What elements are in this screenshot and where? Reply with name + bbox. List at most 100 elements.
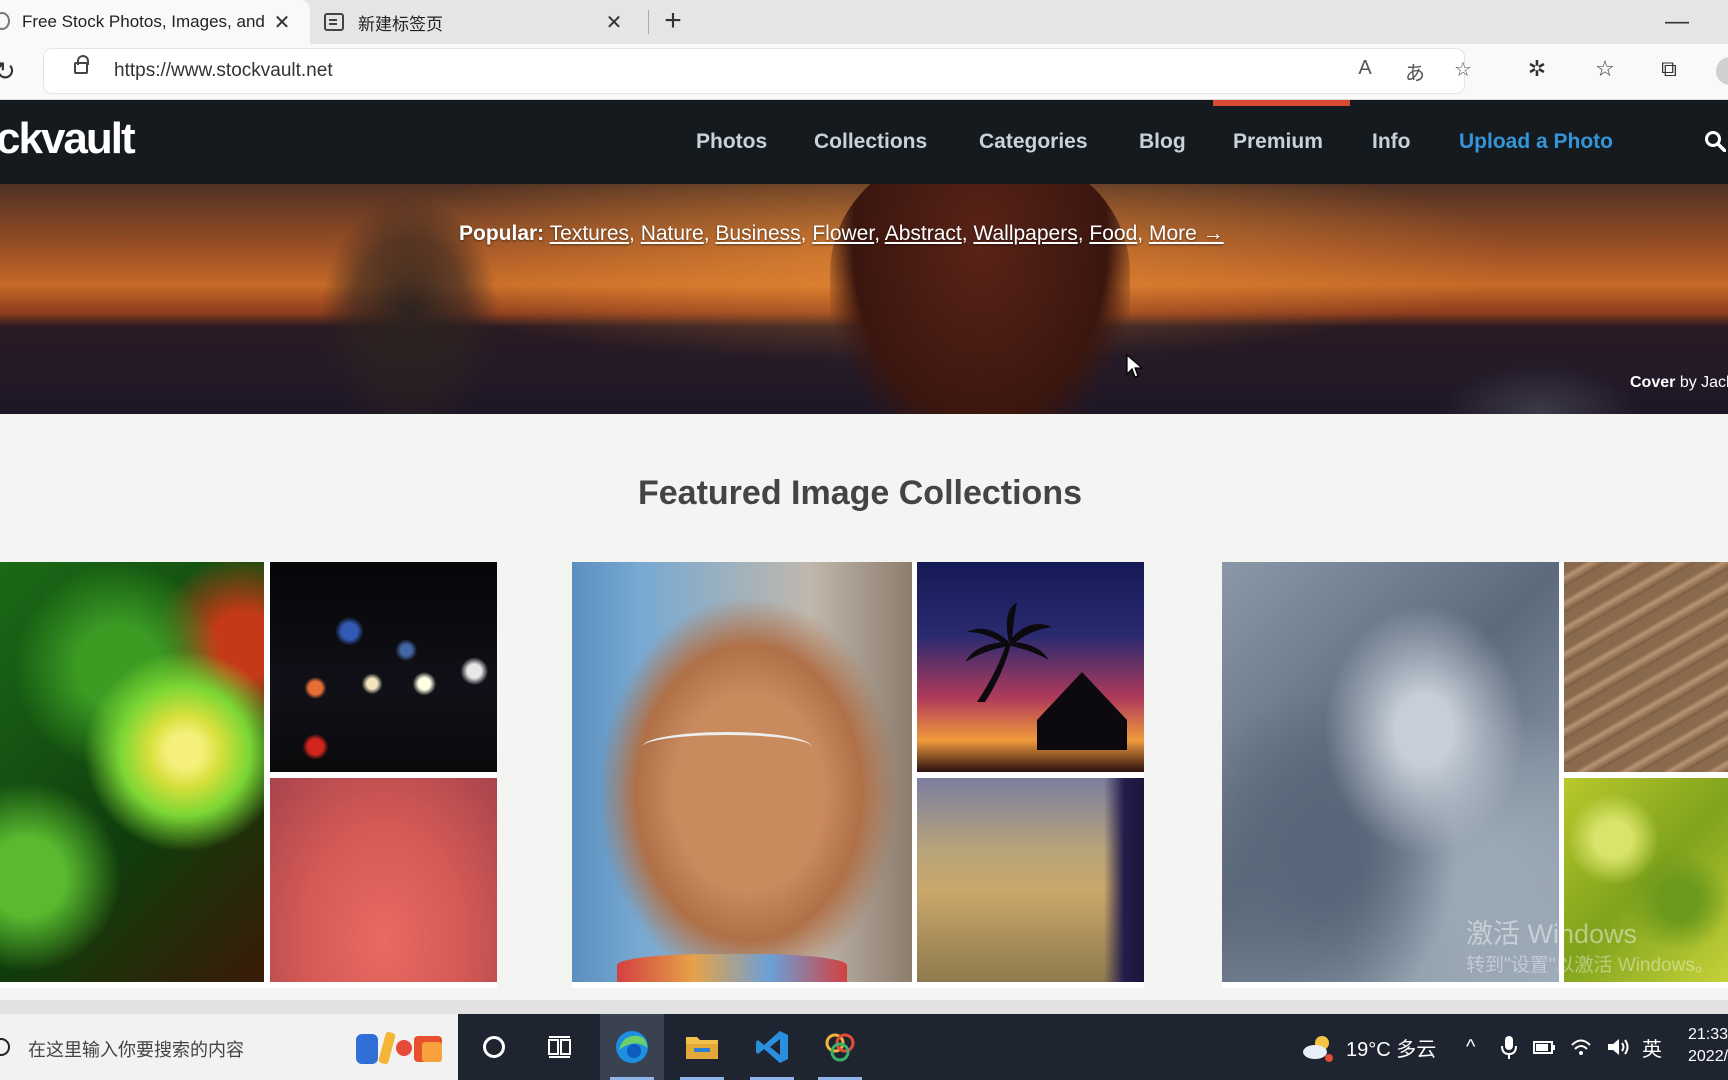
taskbar-file-explorer[interactable] (670, 1014, 734, 1080)
search-highlight-art-icon (356, 1031, 442, 1065)
weather-widget[interactable]: 19°C 多云 (1300, 1014, 1436, 1080)
mouse-cursor-icon (1126, 354, 1144, 378)
popular-link-business[interactable]: Business (715, 222, 800, 245)
collection-card-bokeh[interactable] (0, 562, 497, 988)
new-tab-button[interactable]: + (656, 6, 690, 38)
cortana-button[interactable] (462, 1014, 526, 1080)
site-logo[interactable]: ckvault (0, 114, 136, 164)
cortana-circle-icon (483, 1036, 505, 1058)
close-tab-icon[interactable]: ✕ (268, 8, 296, 36)
collection-image-field[interactable] (917, 778, 1144, 982)
collection-image-sand-dunes[interactable] (1564, 562, 1728, 772)
battery-power-icon[interactable] (1532, 1037, 1556, 1057)
search-icon (0, 1038, 10, 1056)
nav-photos[interactable]: Photos (696, 130, 767, 154)
cover-author[interactable]: by Jack (1680, 374, 1728, 391)
read-aloud-icon[interactable]: A (1350, 57, 1380, 85)
volume-icon[interactable] (1606, 1037, 1630, 1057)
address-bar[interactable]: https://www.stockvault.net A あ ☆ (44, 49, 1472, 93)
premium-highlight-bar (1213, 100, 1350, 106)
taskbar-vscode[interactable] (740, 1014, 804, 1080)
popular-tags: Popular: Textures, Nature, Business, Flo… (459, 222, 1224, 245)
bikini-strap (642, 732, 812, 762)
weather-cloudy-icon (1303, 1036, 1333, 1062)
popular-link-food[interactable]: Food (1089, 222, 1137, 245)
close-tab-icon[interactable]: ✕ (600, 8, 628, 36)
popular-link-nature[interactable]: Nature (641, 222, 704, 245)
collection-image-green-bokeh[interactable] (0, 562, 264, 982)
browser-toolbar: ↻ https://www.stockvault.net A あ ☆ ✲ ☆ ⧉ (0, 44, 1728, 100)
collection-image-beach-back[interactable] (572, 562, 912, 982)
screen: Free Stock Photos, Images, and V ✕ 新建标签页… (0, 0, 1728, 1080)
taskbar-search-box[interactable]: 在这里输入你要搜索的内容 (0, 1014, 458, 1080)
popular-label: Popular: (459, 222, 545, 245)
favorite-add-icon[interactable]: ☆ (1448, 57, 1478, 85)
tab-new-tab[interactable]: 新建标签页 ✕ (312, 0, 642, 44)
taskbar-search-placeholder[interactable]: 在这里输入你要搜索的内容 (28, 1036, 244, 1062)
taskbar-app-rings[interactable] (808, 1014, 872, 1080)
browser-tab-strip: Free Stock Photos, Images, and V ✕ 新建标签页… (0, 0, 1728, 44)
horizontal-scrollbar[interactable] (0, 1000, 1728, 1014)
chevron-up-icon: ^ (1466, 1035, 1476, 1058)
cover-label: Cover (1630, 374, 1676, 391)
windows-taskbar: 在这里输入你要搜索的内容 19°C 多云 ^ 英 21:33 2022/ (0, 1014, 1728, 1080)
collections-icon[interactable]: ⧉ (1654, 56, 1684, 86)
reload-icon[interactable]: ↻ (0, 56, 22, 86)
nav-collections[interactable]: Collections (814, 130, 927, 154)
vscode-icon (756, 1031, 788, 1063)
section-title: Featured Image Collections (638, 474, 1082, 512)
profile-icon[interactable] (1716, 57, 1728, 85)
wifi-icon[interactable] (1570, 1037, 1592, 1057)
task-view-button[interactable] (528, 1014, 592, 1080)
popular-link-abstract[interactable]: Abstract (885, 222, 962, 245)
lock-icon[interactable] (74, 55, 89, 74)
nav-categories[interactable]: Categories (979, 130, 1088, 154)
popular-link-flower[interactable]: Flower (812, 222, 874, 245)
url-text[interactable]: https://www.stockvault.net (114, 60, 333, 82)
hut-roof-shape (1037, 672, 1127, 720)
task-view-icon (548, 1036, 571, 1058)
tab-stockvault[interactable]: Free Stock Photos, Images, and V ✕ (0, 0, 310, 44)
favorites-icon[interactable]: ☆ (1590, 56, 1620, 86)
tab-title: Free Stock Photos, Images, and V (22, 12, 268, 31)
tab-title: 新建标签页 (358, 14, 443, 34)
popular-link-wallpapers[interactable]: Wallpapers (973, 222, 1077, 245)
microphone-icon[interactable] (1500, 1034, 1518, 1060)
minimize-window-button[interactable]: — (1662, 8, 1692, 36)
taskbar-edge[interactable] (600, 1014, 664, 1080)
hut-base-shape (1037, 720, 1127, 750)
hero-silhouette (830, 184, 1130, 414)
input-method-indicator[interactable]: 英 (1642, 1033, 1662, 1062)
nav-blog[interactable]: Blog (1139, 130, 1186, 154)
tray-icons: 英 (1500, 1014, 1662, 1080)
cover-credit: Cover by Jack (1630, 374, 1728, 392)
extensions-icon[interactable]: ✲ (1522, 56, 1552, 86)
weather-text: 19°C 多云 (1346, 1038, 1437, 1061)
site-favicon-icon (0, 12, 10, 30)
new-tab-page-icon (324, 13, 344, 31)
tab-divider (648, 10, 649, 34)
field-hair-silhouette (1104, 778, 1144, 982)
edge-browser-icon (616, 1031, 648, 1063)
nav-info[interactable]: Info (1372, 130, 1410, 154)
collection-image-palm-sunset[interactable] (917, 562, 1144, 772)
colorful-rings-app-icon (825, 1033, 855, 1062)
hero-rocks (1440, 364, 1640, 414)
translate-icon[interactable]: あ (1400, 57, 1430, 85)
popular-link-textures[interactable]: Textures (550, 222, 629, 245)
nav-upload-photo[interactable]: Upload a Photo (1459, 130, 1613, 154)
bikini-bottom (617, 954, 847, 982)
site-header: ckvault Photos Collections Categories Bl… (0, 100, 1728, 184)
search-icon[interactable] (1704, 130, 1726, 152)
clock-date: 2022/1 (1688, 1048, 1728, 1065)
popular-link-more[interactable]: More → (1149, 222, 1224, 245)
windows-activation-hint: 转到"设置"以激活 Windows。 (1466, 955, 1714, 976)
collection-image-city-lights[interactable] (270, 562, 497, 772)
collection-card-summer[interactable] (572, 562, 1144, 988)
tray-overflow-button[interactable]: ^ (1466, 1014, 1475, 1080)
windows-activation-watermark: 激活 Windows (1466, 919, 1638, 949)
folder-icon (686, 1037, 718, 1059)
collection-image-red-blur[interactable] (270, 778, 497, 982)
taskbar-clock[interactable]: 21:33 2022/1 (1688, 1024, 1728, 1068)
nav-premium[interactable]: Premium (1233, 130, 1323, 154)
